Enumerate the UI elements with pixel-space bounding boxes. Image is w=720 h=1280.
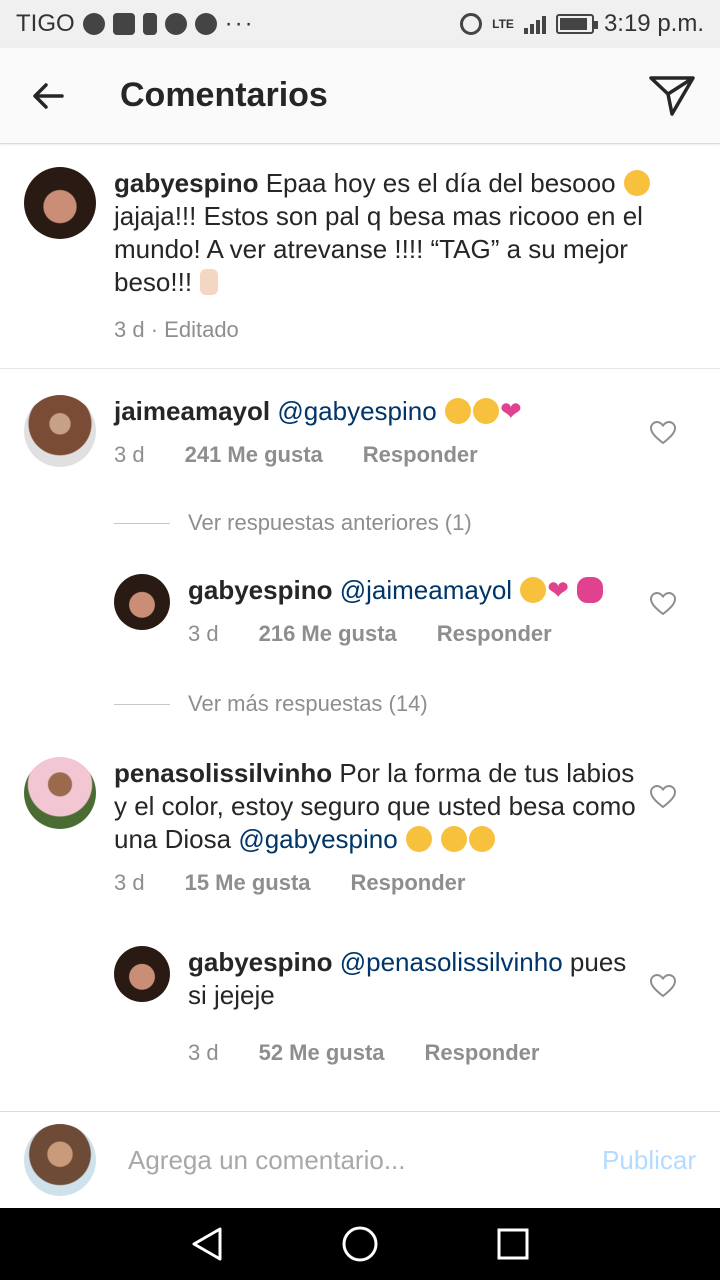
mention-link[interactable]: @jaimeamayol [340,575,512,605]
separator: · [150,317,159,342]
reply-button[interactable]: Responder [437,621,552,647]
caption-time: 3 d [114,317,145,342]
comment-time: 3 d [114,442,145,467]
comment-time: 3 d [188,621,219,646]
whatsapp-icon [82,13,105,35]
caption-text: gabyespino Epaa hoy es el día del besooo… [114,167,696,299]
comment-text: gabyespino @jaimeamayol ❤ [188,574,636,607]
comment-item: penasolissilvinho Por la forma de tus la… [0,757,720,896]
page-title: Comentarios [120,76,328,114]
avatar [24,1124,96,1196]
caption-meta: 3 d · Editado [114,317,696,343]
reply-item: gabyespino @penasolissilvinho pues si je… [0,946,720,1066]
post-caption: gabyespino Epaa hoy es el día del besooo… [0,145,720,369]
alarm-icon [460,13,483,35]
battery-icon [555,14,598,34]
comment-meta: 3 d 216 Me gusta Responder [188,621,636,647]
gmail-icon [112,13,135,35]
view-previous-replies[interactable]: Ver respuestas anteriores (1) [0,510,720,536]
back-button[interactable] [0,48,96,144]
like-heart-icon[interactable] [650,974,676,998]
lte-label: LTE [492,17,514,31]
reply-button[interactable]: Responder [363,442,478,468]
mention-link[interactable]: @penasolissilvinho [340,947,563,977]
likes-count[interactable]: 15 Me gusta [185,870,311,896]
comment-composer: Publicar [0,1111,720,1208]
share-direct-button[interactable] [624,48,720,144]
app-header: Comentarios [0,48,720,144]
avatar[interactable] [114,946,170,1002]
comments-list: gabyespino Epaa hoy es el día del besooo… [0,145,720,1111]
heart-emoji-icon: ❤ [547,575,570,605]
scream-emoji-icon [623,170,650,196]
comment-username[interactable]: penasolissilvinho [114,758,332,788]
back-arrow-icon [33,82,64,109]
clock: 3:19 p.m. [603,10,704,37]
comment-body: jejeje [214,980,275,1010]
comment-input[interactable] [128,1144,591,1176]
comment-text: jaimeamayol @gabyespino ❤ [114,395,636,428]
nav-back-button[interactable] [183,1220,231,1268]
heart-eyes-emoji-icon [520,577,547,603]
comment-text: gabyespino @penasolissilvinho pues si je… [188,946,636,1012]
likes-count[interactable]: 241 Me gusta [185,442,323,468]
carrier-label: TIGO [16,10,75,37]
view-more-replies[interactable]: Ver más respuestas (14) [0,691,720,717]
avatar[interactable] [24,757,96,829]
like-heart-icon[interactable] [650,421,676,445]
reply-button[interactable]: Responder [425,1040,540,1066]
like-heart-icon[interactable] [650,785,676,809]
sim-icon [142,13,157,35]
edited-label: Editado [164,317,239,342]
kiss-emoji-icon [441,826,468,852]
more-notifications-icon: ··· [224,10,255,37]
reply-item: gabyespino @jaimeamayol ❤ 3 d 216 Me gus… [0,574,720,647]
heart-emoji-icon: ❤ [499,396,522,426]
status-bar: TIGO ··· LTE 3:19 p.m. [0,0,720,48]
heart-eyes-emoji-icon [472,398,499,424]
avatar[interactable] [24,395,96,467]
comment-meta: 3 d 15 Me gusta Responder [114,870,636,896]
circle-home-icon [342,1226,378,1262]
triangle-back-icon [192,1227,222,1261]
pointing-down-emoji-icon [200,269,219,295]
system-nav-bar [0,1208,720,1280]
chrome-icon [194,13,217,35]
comment-username[interactable]: gabyespino [188,947,332,977]
caption-text-part: Epaa hoy es el día del besooo [265,168,616,198]
publish-button[interactable]: Publicar [602,1145,696,1176]
view-more-label: Ver más respuestas (14) [188,691,428,716]
heart-eyes-emoji-icon [405,826,432,852]
likes-count[interactable]: 52 Me gusta [259,1040,385,1066]
comment-username[interactable]: jaimeamayol [114,396,270,426]
kiss-emoji-icon [444,398,471,424]
signal-icon [523,14,546,34]
mention-link[interactable]: @gabyespino [238,824,397,854]
comment-username[interactable]: gabyespino [188,575,332,605]
comment-text: penasolissilvinho Por la forma de tus la… [114,757,636,856]
mention-link[interactable]: @gabyespino [277,396,436,426]
nav-recents-button[interactable] [489,1220,537,1268]
comment-item: jaimeamayol @gabyespino ❤ 3 d 241 Me gus… [0,395,720,468]
view-previous-label: Ver respuestas anteriores (1) [188,510,472,535]
pinwheel-icon [164,13,187,35]
comment-meta: 3 d 241 Me gusta Responder [114,442,636,468]
reply-button[interactable]: Responder [351,870,466,896]
avatar[interactable] [24,167,96,239]
comment-time: 3 d [114,870,145,895]
kiss-emoji-icon [469,826,496,852]
divider [114,703,170,705]
comment-meta: 3 d 52 Me gusta Responder [188,1040,636,1066]
square-recents-icon [497,1228,529,1260]
kiss-mark-emoji-icon [577,577,604,603]
paper-plane-icon [649,75,695,116]
comment-time: 3 d [188,1040,219,1065]
likes-count[interactable]: 216 Me gusta [259,621,397,647]
caption-username[interactable]: gabyespino [114,168,258,198]
like-heart-icon[interactable] [650,592,676,616]
nav-home-button[interactable] [336,1220,384,1268]
avatar[interactable] [114,574,170,630]
divider [114,522,170,524]
